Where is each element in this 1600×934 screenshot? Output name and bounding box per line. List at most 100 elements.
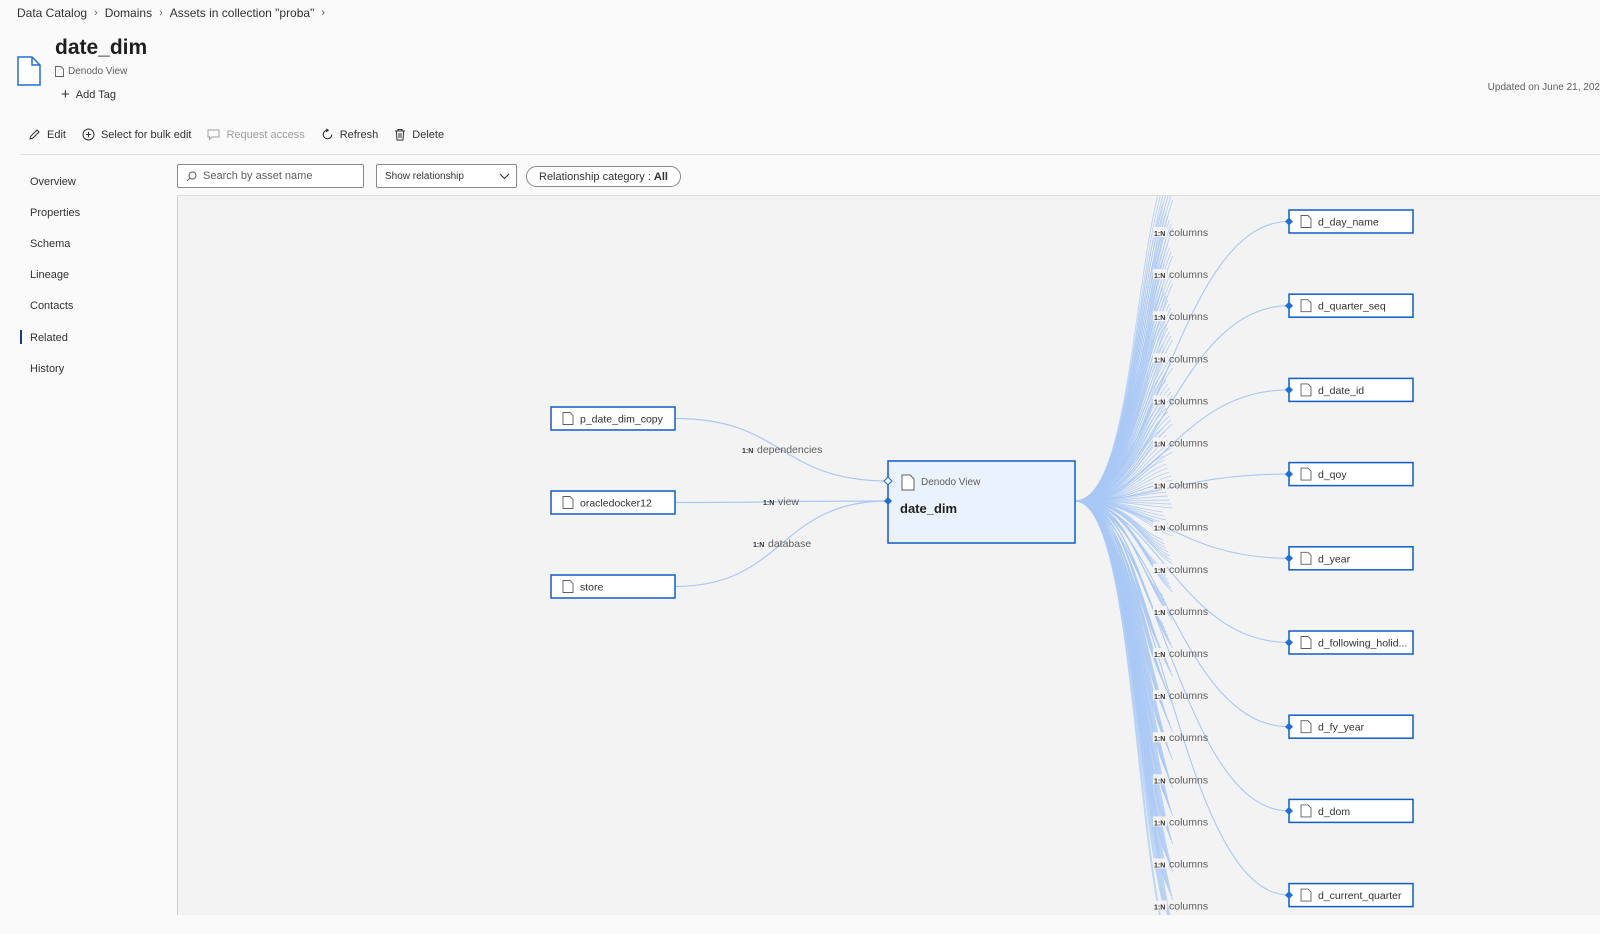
columns-edge-label-cardinality: 1:N (1154, 905, 1165, 912)
columns-edge-label-label: columns (1169, 732, 1208, 744)
columns-edge-label-cardinality: 1:N (1154, 231, 1165, 238)
request-access-button[interactable]: Request access (207, 128, 305, 141)
column-node-label: d_dom (1318, 806, 1350, 818)
document-icon (562, 580, 574, 593)
columns-edge-label-label: columns (1169, 311, 1208, 323)
category-label: Relationship category : (539, 170, 651, 183)
document-icon (1300, 215, 1312, 228)
updated-timestamp: Updated on June 21, 202 (1487, 82, 1600, 93)
relation-edge-label-cardinality: 1:N (742, 448, 753, 455)
columns-edge-label-label: columns (1169, 901, 1208, 913)
chevron-right-icon: › (159, 7, 163, 19)
document-icon (1300, 888, 1312, 902)
columns-edge-label-label: columns (1169, 859, 1208, 871)
columns-edge-label-cardinality: 1:N (1154, 484, 1165, 491)
nav-label: Schema (30, 237, 71, 250)
relation-edge-label-label: dependencies (757, 444, 822, 456)
relationship-category-filter[interactable]: Relationship category : All (526, 166, 681, 187)
nav-item-contacts[interactable]: Contacts (20, 291, 170, 322)
relationship-graph-canvas[interactable]: 1:N columns 1:N columns 1:N columns 1:N columns… (177, 195, 1600, 915)
document-icon (1300, 467, 1312, 481)
request-access-label: Request access (226, 128, 305, 141)
nav-item-schema[interactable]: Schema (20, 228, 170, 259)
breadcrumb-domains[interactable]: Domains (105, 6, 152, 20)
column-node-label: d_day_name (1318, 217, 1379, 229)
add-tag-label: Add Tag (75, 89, 116, 101)
related-node-label: p_date_dim_copy (580, 414, 664, 426)
columns-edge-label-label: columns (1169, 227, 1208, 239)
header-divider (20, 154, 1600, 155)
columns-edge-label-label: columns (1169, 269, 1208, 281)
nav-item-history[interactable]: History (20, 353, 170, 384)
columns-edge-label-label: columns (1169, 816, 1208, 828)
nav-label: Properties (30, 206, 81, 219)
center-node-name: date_dim (900, 501, 957, 516)
refresh-button[interactable]: Refresh (321, 128, 378, 141)
bulk-edit-label: Select for bulk edit (100, 128, 192, 141)
document-icon (1300, 804, 1312, 818)
comment-icon (207, 129, 220, 141)
nav-item-properties[interactable]: Properties (20, 197, 170, 228)
search-icon (186, 171, 197, 181)
trash-icon (395, 129, 406, 141)
nav-item-overview[interactable]: Overview (20, 166, 170, 197)
column-node-label: d_fy_year (1318, 722, 1365, 734)
bottom-strip (0, 915, 1600, 934)
breadcrumb: Data Catalog › Domains › Assets in colle… (17, 6, 332, 20)
page-title: date_dim (55, 36, 148, 59)
edit-button[interactable]: Edit (28, 128, 66, 141)
document-small-icon (55, 66, 64, 77)
nav-label: Lineage (30, 269, 70, 282)
search-input[interactable] (203, 170, 353, 182)
breadcrumb-data-catalog[interactable]: Data Catalog (17, 6, 87, 20)
columns-edge-label-cardinality: 1:N (1154, 315, 1165, 322)
pencil-icon (29, 129, 40, 140)
category-value: All (653, 170, 668, 183)
columns-edge-label-cardinality: 1:N (1154, 820, 1165, 827)
document-icon (1300, 551, 1312, 565)
nav-item-related[interactable]: Related (20, 322, 170, 353)
document-icon (562, 412, 574, 425)
plus-icon: + (61, 86, 70, 103)
breadcrumb-collection[interactable]: Assets in collection "proba" (170, 6, 315, 20)
select-bulk-edit-button[interactable]: Select for bulk edit (82, 128, 192, 141)
add-tag-button[interactable]: + Add Tag (61, 86, 116, 103)
nav-label: Related (30, 331, 68, 344)
column-node-label: d_following_holid... (1318, 638, 1407, 650)
column-node-label: d_date_id (1318, 385, 1364, 397)
delete-button[interactable]: Delete (394, 128, 444, 141)
left-nav: Overview Properties Schema Lineage Conta… (20, 166, 170, 384)
add-circle-icon (82, 128, 95, 141)
columns-edge-label-cardinality: 1:N (1154, 357, 1165, 364)
document-icon (1300, 720, 1312, 734)
columns-edge-label-cardinality: 1:N (1154, 736, 1165, 743)
columns-edge-label-cardinality: 1:N (1154, 399, 1165, 406)
nav-item-lineage[interactable]: Lineage (20, 260, 170, 291)
refresh-icon (322, 128, 333, 140)
related-node-label: store (580, 582, 604, 594)
columns-edge-label-label: columns (1169, 395, 1208, 407)
edit-label: Edit (47, 128, 66, 141)
columns-edge-label-cardinality: 1:N (1154, 863, 1165, 870)
columns-edge-label-cardinality: 1:N (1154, 273, 1165, 280)
chevron-down-icon (499, 173, 510, 179)
nav-label: Contacts (30, 300, 74, 313)
columns-edge-label-cardinality: 1:N (1154, 526, 1165, 533)
document-icon (562, 496, 574, 509)
search-box (177, 164, 364, 188)
show-relationship-dropdown[interactable]: Show relationship (376, 164, 517, 188)
delete-label: Delete (412, 128, 445, 141)
columns-edge-label-label: columns (1169, 606, 1208, 618)
relation-edge-label-cardinality: 1:N (763, 500, 774, 507)
document-icon (17, 56, 41, 91)
relation-edge-label-label: view (778, 496, 799, 508)
columns-edge-label-label: columns (1169, 353, 1208, 365)
columns-edge-label-cardinality: 1:N (1154, 778, 1165, 785)
asset-type-label: Denodo View (68, 66, 128, 77)
chevron-right-icon: › (94, 7, 98, 19)
chevron-right-icon: › (321, 7, 326, 19)
document-icon (901, 474, 915, 491)
toolbar: Edit Select for bulk edit Request access… (28, 128, 460, 141)
columns-edge-label-cardinality: 1:N (1154, 568, 1165, 575)
document-icon (1300, 299, 1312, 313)
